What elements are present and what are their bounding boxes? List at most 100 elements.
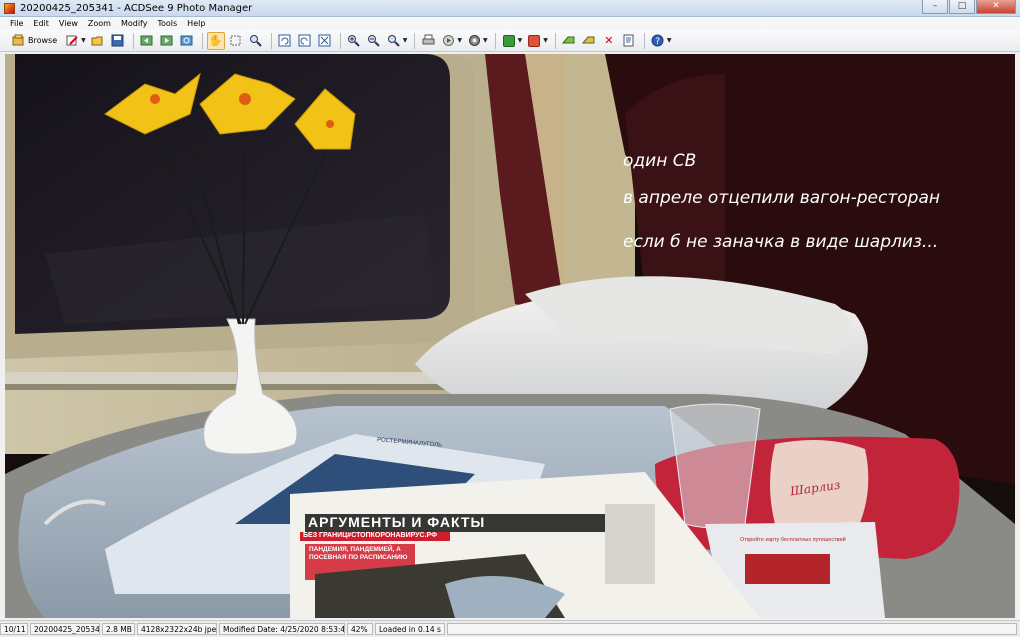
- chevron-down-icon[interactable]: ▼: [403, 37, 408, 44]
- sound-button[interactable]: [465, 32, 483, 50]
- rotate-right-icon: [298, 34, 311, 47]
- status-index: 10/11: [0, 623, 28, 635]
- status-filesize: 2.8 MB: [102, 623, 135, 635]
- maximize-button[interactable]: □: [949, 0, 975, 14]
- help-button[interactable]: ?: [649, 32, 667, 50]
- menu-file[interactable]: File: [10, 19, 23, 28]
- rotate-right-button[interactable]: [296, 32, 314, 50]
- adjust-icon: [528, 34, 541, 47]
- chevron-down-icon[interactable]: ▼: [667, 37, 672, 44]
- move-icon: [582, 36, 595, 44]
- move-button[interactable]: [580, 32, 598, 50]
- photo-caption-3: если б не заначка в виде шарлиз...: [623, 232, 939, 252]
- delete-button[interactable]: ✕: [600, 32, 618, 50]
- minimize-button[interactable]: –: [922, 0, 948, 14]
- chevron-down-icon[interactable]: ▼: [518, 37, 523, 44]
- open-folder-icon: [91, 36, 103, 46]
- zoom-out-button[interactable]: [365, 32, 383, 50]
- select-tool-button[interactable]: [227, 32, 245, 50]
- slideshow-icon: [442, 35, 454, 46]
- magnifier-icon: [250, 35, 262, 47]
- leaflet-text: Откройте карту бесплатных путешествий: [740, 537, 846, 543]
- menu-modify[interactable]: Modify: [121, 19, 148, 28]
- delete-icon: ✕: [604, 34, 614, 47]
- status-filename: 20200425_205341: [30, 623, 100, 635]
- previous-button[interactable]: [138, 32, 156, 50]
- hand-tool-icon: ✋: [208, 34, 223, 47]
- status-modified: Modified Date: 4/25/2020 8:53:41 PM: [219, 623, 345, 635]
- svg-text:?: ?: [656, 37, 661, 47]
- toolbar-separator: [270, 32, 272, 49]
- refresh-icon: [180, 35, 193, 46]
- next-icon: [160, 35, 173, 46]
- edit-button[interactable]: [63, 32, 81, 50]
- magnifier-button[interactable]: [247, 32, 265, 50]
- toolbar-separator: [643, 32, 645, 49]
- toolbar-separator: [201, 32, 203, 49]
- properties-button[interactable]: [620, 32, 638, 50]
- zoom-in-button[interactable]: [345, 32, 363, 50]
- previous-icon: [140, 35, 153, 46]
- zoom-out-icon: [368, 35, 380, 47]
- newspaper-banner: БЕЗ ГРАНИЦ#СТОПКОРОНАВИРУС.РФ: [303, 532, 438, 539]
- browse-button[interactable]: Browse: [12, 34, 57, 47]
- toolbar-separator: [414, 32, 416, 49]
- status-empty: [447, 623, 1017, 635]
- tag-icon: [562, 36, 575, 44]
- status-load: Loaded in 0.14 s: [375, 623, 445, 635]
- chevron-down-icon[interactable]: ▼: [483, 37, 488, 44]
- toolbar-separator: [554, 32, 556, 49]
- toolbar-separator: [339, 32, 341, 49]
- window-controls: – □ ✕: [921, 0, 1016, 14]
- browse-label: Browse: [28, 36, 58, 45]
- save-icon: [111, 34, 124, 47]
- print-icon: [422, 34, 435, 45]
- chevron-down-icon[interactable]: ▼: [457, 37, 462, 44]
- edit-icon: [66, 35, 78, 46]
- rotate-left-button[interactable]: [276, 32, 294, 50]
- status-dimensions: 4128x2322x24b jpeg: [137, 623, 217, 635]
- refresh-button[interactable]: [178, 32, 196, 50]
- help-icon: ?: [651, 34, 664, 47]
- toolbar-separator: [494, 32, 496, 49]
- title-bar: 20200425_205341 - ACDSee 9 Photo Manager…: [0, 0, 1020, 17]
- menu-edit[interactable]: Edit: [33, 19, 49, 28]
- color-icon: [502, 34, 515, 47]
- color-button[interactable]: [500, 32, 518, 50]
- browse-icon: [12, 34, 24, 46]
- sound-icon: [468, 35, 480, 46]
- close-button[interactable]: ✕: [976, 0, 1016, 14]
- rotate-left-icon: [278, 34, 291, 47]
- select-tool-icon: [230, 35, 241, 46]
- toolbar: Browse ▼ ✋ ▼ ▼ ▼ ▼ ▼ ✕ ? ▼: [0, 30, 1020, 52]
- newspaper-headline: ПАНДЕМИЯ, ПАНДЕМИЕЙ, А ПОСЕВНАЯ ПО РАСПИ…: [309, 546, 408, 561]
- photo-caption-1: один СВ: [623, 151, 697, 171]
- hand-tool-button[interactable]: ✋: [206, 31, 225, 50]
- menu-tools[interactable]: Tools: [157, 19, 177, 28]
- photo: [5, 54, 1015, 618]
- menu-zoom[interactable]: Zoom: [88, 19, 111, 28]
- save-button[interactable]: [109, 32, 127, 50]
- slideshow-button[interactable]: [439, 32, 457, 50]
- next-button[interactable]: [158, 32, 176, 50]
- properties-icon: [623, 34, 634, 47]
- zoom-in-icon: [348, 35, 360, 47]
- toolbar-separator: [132, 32, 134, 49]
- zoom-button[interactable]: [385, 32, 403, 50]
- menu-view[interactable]: View: [59, 19, 78, 28]
- fit-icon: [318, 34, 331, 47]
- print-button[interactable]: [419, 32, 437, 50]
- chevron-down-icon[interactable]: ▼: [543, 37, 548, 44]
- app-icon: [4, 2, 15, 14]
- fit-button[interactable]: [316, 32, 334, 50]
- zoom-icon: [388, 35, 400, 47]
- tag-button[interactable]: [560, 32, 578, 50]
- status-bar: 10/11 20200425_205341 2.8 MB 4128x2322x2…: [0, 620, 1020, 637]
- newspaper-masthead: АРГУМЕНТЫ И ФАКТЫ: [308, 514, 486, 530]
- chevron-down-icon[interactable]: ▼: [81, 37, 86, 44]
- image-viewer[interactable]: один СВ в апреле отцепили вагон-ресторан…: [5, 54, 1015, 618]
- menu-help[interactable]: Help: [187, 19, 205, 28]
- status-zoom: 42%: [347, 623, 373, 635]
- open-button[interactable]: [89, 32, 107, 50]
- adjust-button[interactable]: [525, 32, 543, 50]
